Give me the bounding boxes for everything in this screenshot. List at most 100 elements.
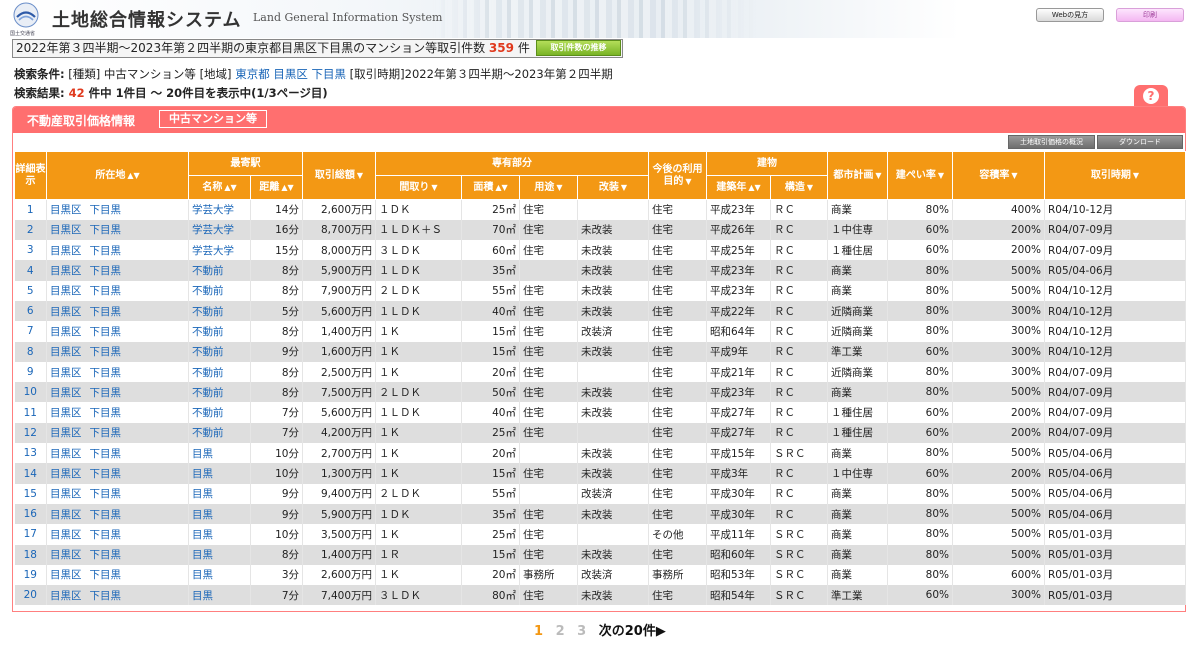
row-station-text[interactable]: 目黒 [192, 549, 213, 561]
row-station-text[interactable]: 目黒 [192, 509, 213, 521]
row-location-town[interactable]: 下目黒 [90, 509, 122, 521]
col-area[interactable]: 面積 ▲▼ [461, 175, 520, 200]
row-location-city[interactable]: 目黒区 [50, 346, 82, 358]
sort-down-icon[interactable]: ▼ [938, 171, 944, 180]
row-detail-link-text[interactable]: 16 [24, 508, 37, 520]
row-location-town[interactable]: 下目黒 [90, 346, 122, 358]
row-station-text[interactable]: 目黒 [192, 448, 213, 460]
col-use[interactable]: 用途 ▼ [519, 175, 578, 200]
row-station-text[interactable]: 不動前 [192, 427, 224, 439]
row-detail-link-text[interactable]: 8 [27, 346, 34, 358]
row-station-text[interactable]: 不動前 [192, 387, 224, 399]
sort-both-icon[interactable]: ▲▼ [127, 171, 139, 180]
col-built-year[interactable]: 建築年 ▲▼ [706, 175, 771, 200]
print-button[interactable]: 印刷 [1116, 8, 1184, 22]
row-location-city[interactable]: 目黒区 [50, 407, 82, 419]
row-station-text[interactable]: 目黒 [192, 529, 213, 541]
sort-both-icon[interactable]: ▲▼ [281, 183, 293, 192]
row-detail-link-text[interactable]: 18 [24, 549, 37, 561]
row-station-text[interactable]: 目黒 [192, 468, 213, 480]
row-detail-link-text[interactable]: 19 [24, 569, 37, 581]
col-city-plan[interactable]: 都市計画 ▼ [827, 151, 888, 200]
row-station-text[interactable]: 不動前 [192, 285, 224, 297]
col-renovation[interactable]: 改装 ▼ [577, 175, 649, 200]
row-location-city[interactable]: 目黒区 [50, 387, 82, 399]
conditions-city-link[interactable]: 目黒区 [273, 67, 308, 81]
sort-down-icon[interactable]: ▼ [621, 183, 627, 192]
help-tab[interactable]: ? [1134, 85, 1168, 106]
row-detail-link-text[interactable]: 4 [27, 265, 34, 277]
conditions-pref-link[interactable]: 東京都 [235, 67, 270, 81]
page-link-2[interactable]: 2 [556, 624, 565, 639]
row-detail-link-text[interactable]: 14 [24, 468, 37, 480]
row-location-city[interactable]: 目黒区 [50, 529, 82, 541]
row-location-town[interactable]: 下目黒 [90, 590, 122, 602]
sort-both-icon[interactable]: ▲▼ [748, 183, 760, 192]
row-station-text[interactable]: 学芸大学 [192, 224, 234, 236]
row-location-town[interactable]: 下目黒 [90, 285, 122, 297]
row-location-town[interactable]: 下目黒 [90, 224, 122, 236]
row-location-town[interactable]: 下目黒 [90, 468, 122, 480]
row-location-city[interactable]: 目黒区 [50, 285, 82, 297]
row-station-text[interactable]: 不動前 [192, 407, 224, 419]
row-location-town[interactable]: 下目黒 [90, 306, 122, 318]
row-location-town[interactable]: 下目黒 [90, 387, 122, 399]
row-location-city[interactable]: 目黒区 [50, 509, 82, 521]
row-location-city[interactable]: 目黒区 [50, 367, 82, 379]
row-location-city[interactable]: 目黒区 [50, 204, 82, 216]
next-page-link[interactable]: 次の20件▶ [599, 624, 666, 639]
row-station-text[interactable]: 学芸大学 [192, 204, 234, 216]
row-location-city[interactable]: 目黒区 [50, 488, 82, 500]
col-station-name[interactable]: 名称 ▲▼ [188, 175, 251, 200]
download-button[interactable]: ダウンロード [1097, 135, 1183, 149]
row-location-city[interactable]: 目黒区 [50, 265, 82, 277]
row-station-text[interactable]: 学芸大学 [192, 245, 234, 257]
row-station-text[interactable]: 不動前 [192, 306, 224, 318]
col-coverage[interactable]: 建ぺい率 ▼ [887, 151, 953, 200]
row-detail-link-text[interactable]: 5 [27, 285, 34, 297]
sort-down-icon[interactable]: ▼ [357, 171, 363, 180]
row-station-text[interactable]: 目黒 [192, 569, 213, 581]
col-total-price[interactable]: 取引総額 ▼ [302, 151, 376, 200]
col-future-use[interactable]: 今後の利用目的 ▼ [648, 151, 707, 200]
sort-down-icon[interactable]: ▼ [556, 183, 562, 192]
row-location-town[interactable]: 下目黒 [90, 265, 122, 277]
sort-down-icon[interactable]: ▼ [1133, 171, 1139, 180]
row-location-town[interactable]: 下目黒 [90, 367, 122, 379]
row-location-town[interactable]: 下目黒 [90, 204, 122, 216]
row-location-city[interactable]: 目黒区 [50, 468, 82, 480]
page-link-3[interactable]: 3 [577, 624, 586, 639]
row-station-text[interactable]: 不動前 [192, 265, 224, 277]
row-detail-link-text[interactable]: 6 [27, 305, 34, 317]
transaction-trend-button[interactable]: 取引件数の推移 [536, 40, 621, 56]
row-station-text[interactable]: 不動前 [192, 326, 224, 338]
row-detail-link-text[interactable]: 9 [27, 366, 34, 378]
row-detail-link-text[interactable]: 7 [27, 325, 34, 337]
col-layout[interactable]: 間取り ▼ [375, 175, 462, 200]
sort-both-icon[interactable]: ▲▼ [495, 183, 507, 192]
row-location-town[interactable]: 下目黒 [90, 529, 122, 541]
row-location-city[interactable]: 目黒区 [50, 448, 82, 460]
row-detail-link-text[interactable]: 13 [24, 447, 37, 459]
row-location-town[interactable]: 下目黒 [90, 488, 122, 500]
col-structure[interactable]: 構造 ▼ [770, 175, 828, 200]
row-location-town[interactable]: 下目黒 [90, 407, 122, 419]
row-detail-link-text[interactable]: 11 [24, 407, 37, 419]
row-detail-link-text[interactable]: 2 [27, 224, 34, 236]
row-location-city[interactable]: 目黒区 [50, 326, 82, 338]
sort-down-icon[interactable]: ▼ [431, 183, 437, 192]
row-detail-link-text[interactable]: 10 [24, 386, 37, 398]
row-detail-link-text[interactable]: 3 [27, 244, 34, 256]
row-location-town[interactable]: 下目黒 [90, 427, 122, 439]
sort-down-icon[interactable]: ▼ [1011, 171, 1017, 180]
col-period[interactable]: 取引時期 ▼ [1044, 151, 1186, 200]
conditions-town-link[interactable]: 下目黒 [312, 67, 347, 81]
row-detail-link-text[interactable]: 15 [24, 488, 37, 500]
sort-down-icon[interactable]: ▼ [685, 177, 691, 186]
row-location-town[interactable]: 下目黒 [90, 245, 122, 257]
web-guide-button[interactable]: Webの見方 [1036, 8, 1104, 22]
land-price-overview-button[interactable]: 土地取引価格の概況 [1008, 135, 1095, 149]
row-detail-link-text[interactable]: 20 [24, 589, 37, 601]
col-distance[interactable]: 距離 ▲▼ [250, 175, 303, 200]
row-location-city[interactable]: 目黒区 [50, 427, 82, 439]
